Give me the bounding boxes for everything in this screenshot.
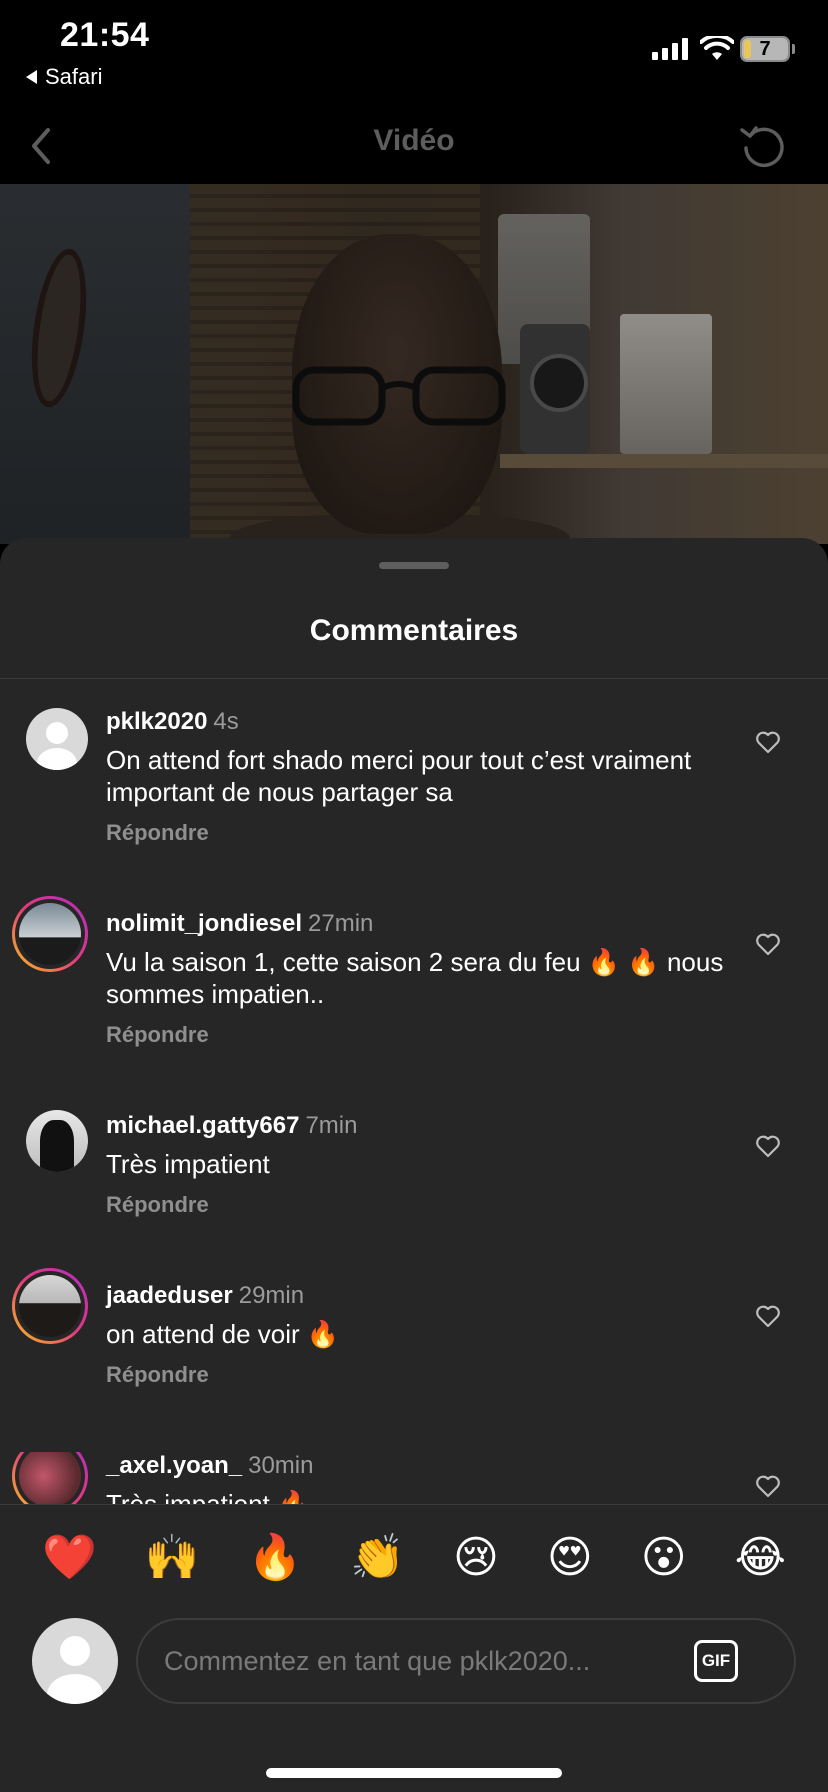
emoji-bar-divider: [0, 1504, 828, 1505]
comment-input[interactable]: Commentez en tant que pklk2020... GIF: [136, 1618, 796, 1704]
divider: [0, 678, 828, 679]
comment-time: 29min: [238, 1282, 305, 1309]
avatar[interactable]: [26, 708, 88, 770]
page-title: Vidéo: [373, 124, 455, 157]
back-app-label: Safari: [45, 64, 103, 89]
comment-username[interactable]: jaadeduser: [106, 1282, 233, 1309]
comment-header: michael.gatty667 7min: [106, 1112, 357, 1140]
comment-text: On attend fort shado merci pour tout c’e…: [106, 745, 692, 807]
comments-sheet: Commentaires pklk2020 4s On attend fort s…: [0, 538, 828, 1792]
heart-icon[interactable]: [755, 1474, 781, 1498]
emoji-raising-hands-button[interactable]: 🙌: [145, 1530, 200, 1586]
reply-button[interactable]: Répondre: [106, 820, 209, 846]
comment-text: Vu la saison 1, cette saison 2 sera du f…: [106, 947, 724, 1009]
avatar-photo: [40, 1120, 74, 1172]
heart-icon[interactable]: [755, 932, 781, 956]
status-bar: 21:54 Safari 7: [0, 0, 828, 110]
avatar-placeholder-body: [37, 748, 77, 770]
reply-button[interactable]: Répondre: [106, 1022, 209, 1048]
heart-icon[interactable]: [755, 1304, 781, 1328]
comment-input-placeholder: Commentez en tant que pklk2020...: [164, 1646, 591, 1676]
status-time: 21:54: [60, 16, 150, 54]
gif-button[interactable]: GIF: [694, 1640, 738, 1682]
avatar-placeholder-head: [60, 1636, 90, 1666]
comment-header: nolimit_jondiesel 27min: [106, 910, 373, 938]
comment-text: Très impatient: [106, 1149, 270, 1179]
sheet-drag-handle[interactable]: [379, 562, 449, 569]
heart-icon[interactable]: [755, 1134, 781, 1158]
comment-time: 7min: [305, 1112, 358, 1139]
reply-button[interactable]: Répondre: [106, 1192, 209, 1218]
comment-time: 4s: [213, 708, 239, 735]
avatar-placeholder-head: [46, 722, 68, 744]
back-to-safari-link[interactable]: Safari: [26, 64, 102, 90]
avatar-photo: [19, 1452, 81, 1504]
emoji-surprised-button[interactable]: 😮: [641, 1530, 687, 1586]
battery-fill: [744, 40, 751, 58]
navbar: Vidéo: [0, 110, 828, 184]
comment-text: on attend de voir 🔥: [106, 1319, 340, 1349]
comment-text: Très impatient 🔥: [106, 1489, 310, 1504]
avatar-placeholder-body: [47, 1674, 103, 1704]
avatar[interactable]: [12, 896, 88, 972]
comment-time: 27min: [308, 910, 374, 937]
home-indicator[interactable]: [266, 1768, 562, 1778]
battery-icon: 7: [740, 36, 790, 62]
comment-item: _axel.yoan_ 30min Très impatient 🔥: [0, 1452, 828, 1504]
avatar-photo: [19, 903, 81, 965]
emoji-laughing-button[interactable]: 😂: [735, 1530, 786, 1586]
battery-cap: [792, 44, 795, 54]
emoji-clapping-button[interactable]: 👏: [350, 1530, 405, 1586]
refresh-icon[interactable]: [738, 120, 788, 170]
reply-button[interactable]: Répondre: [106, 1362, 209, 1388]
wifi-icon: [700, 36, 734, 60]
avatar[interactable]: [12, 1268, 88, 1344]
avatar[interactable]: [26, 1110, 88, 1172]
comment-header: jaadeduser 29min: [106, 1282, 304, 1310]
emoji-crying-button[interactable]: 😢: [453, 1530, 499, 1586]
comment-header: pklk2020 4s: [106, 708, 239, 736]
comment-header: _axel.yoan_ 30min: [106, 1452, 313, 1480]
avatar[interactable]: [12, 1452, 88, 1504]
video-dim-overlay: [0, 184, 828, 544]
back-triangle-icon: [26, 70, 37, 84]
comment-username[interactable]: _axel.yoan_: [106, 1452, 242, 1479]
composer-avatar: [32, 1618, 118, 1704]
emoji-heart-eyes-button[interactable]: 😍: [547, 1530, 593, 1586]
comment-username[interactable]: michael.gatty667: [106, 1112, 299, 1139]
comment-username[interactable]: nolimit_jondiesel: [106, 910, 302, 937]
sheet-title: Commentaires: [309, 614, 519, 647]
heart-icon[interactable]: [755, 730, 781, 754]
video-player[interactable]: [0, 184, 828, 544]
emoji-heart-button[interactable]: ❤️: [42, 1530, 97, 1586]
cellular-signal-icon: [652, 38, 688, 60]
comment-username[interactable]: pklk2020: [106, 708, 207, 735]
comment-time: 30min: [248, 1452, 314, 1479]
avatar-photo: [19, 1275, 81, 1337]
emoji-reaction-bar: ❤️ 🙌 🔥 👏 😢 😍 😮 😂: [0, 1530, 828, 1586]
emoji-fire-button[interactable]: 🔥: [248, 1530, 303, 1586]
